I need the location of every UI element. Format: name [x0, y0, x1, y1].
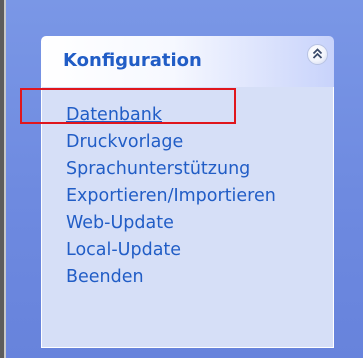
double-chevron-up-icon — [312, 48, 323, 59]
taskbox-header[interactable]: Konfiguration — [41, 36, 334, 87]
taskbox-body: Datenbank Druckvorlage Sprachunterstützu… — [41, 87, 334, 348]
link-local-update[interactable]: Local-Update — [66, 239, 181, 261]
link-beenden[interactable]: Beenden — [66, 266, 144, 288]
link-sprachunterstuetzung[interactable]: Sprachunterstützung — [66, 158, 250, 180]
link-datenbank[interactable]: Datenbank — [66, 104, 162, 126]
konfiguration-taskbox: Konfiguration Datenbank Druckvorlage Spr… — [41, 36, 334, 348]
link-druckvorlage[interactable]: Druckvorlage — [66, 131, 183, 153]
collapse-button[interactable] — [307, 44, 328, 65]
link-exportieren-importieren[interactable]: Exportieren/Importieren — [66, 185, 276, 207]
taskbox-title: Konfiguration — [63, 50, 202, 71]
link-web-update[interactable]: Web-Update — [66, 212, 174, 234]
